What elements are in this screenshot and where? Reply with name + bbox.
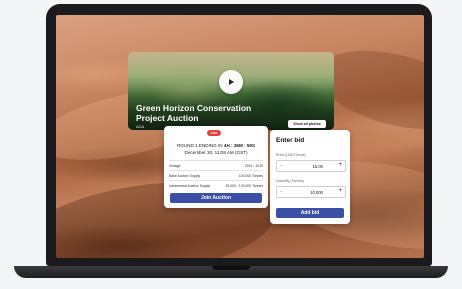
quantity-label: Quantity (Tonnes) [276, 179, 305, 183]
info-row-incremental-supply: Incremental Auction Supply 25,000 - 100,… [169, 180, 263, 190]
hero-title: Green Horizon Conservation Project Aucti… [136, 103, 256, 123]
play-button[interactable] [219, 70, 243, 94]
quantity-value[interactable]: 10,000 [310, 190, 323, 195]
price-value[interactable]: 15.00 [313, 164, 323, 169]
join-auction-button[interactable]: Join Auction [170, 193, 262, 203]
round-prefix: ROUND 1 ENDING IN [176, 143, 223, 148]
info-value: 2019 - 2019 [244, 163, 263, 168]
bid-title: Enter bid [276, 137, 305, 144]
minus-icon[interactable]: – [280, 189, 282, 194]
live-badge: Live [207, 130, 221, 136]
info-label: Vintage [169, 163, 181, 168]
info-value: 100,000 Tonnes [238, 173, 263, 178]
quantity-stepper[interactable]: – 10,000 + [276, 186, 346, 198]
laptop-base-groove [212, 266, 250, 270]
play-icon [229, 79, 234, 85]
plus-icon[interactable]: + [338, 162, 342, 168]
auction-date: December 30, 11:09 AM (GST) [184, 150, 248, 155]
info-label: Base Auction Supply [169, 173, 201, 178]
price-stepper[interactable]: – 15.00 + [276, 160, 346, 172]
show-photos-button[interactable]: Show all photos [288, 120, 326, 128]
round-countdown: ROUND 1 ENDING IN 4H : 36M : 59S [164, 143, 268, 148]
minus-icon[interactable]: – [280, 163, 282, 168]
info-label: Incremental Auction Supply [169, 183, 211, 188]
add-bid-button[interactable]: Add bid [276, 208, 344, 218]
info-row-vintage: Vintage 2019 - 2019 [169, 160, 263, 170]
hero-subtitle: ACA [136, 124, 145, 129]
info-row-base-supply: Base Auction Supply 100,000 Tonnes [169, 170, 263, 180]
camera-notch [215, 4, 245, 11]
round-time: 4H : 36M : 59S [223, 143, 256, 148]
info-value: 25,000 - 100,000 Tonnes [225, 183, 263, 188]
hero-title-line2: Project Auction [136, 112, 199, 123]
plus-icon[interactable]: + [338, 188, 342, 194]
price-label: Price (USD/Tonne) [276, 153, 306, 157]
